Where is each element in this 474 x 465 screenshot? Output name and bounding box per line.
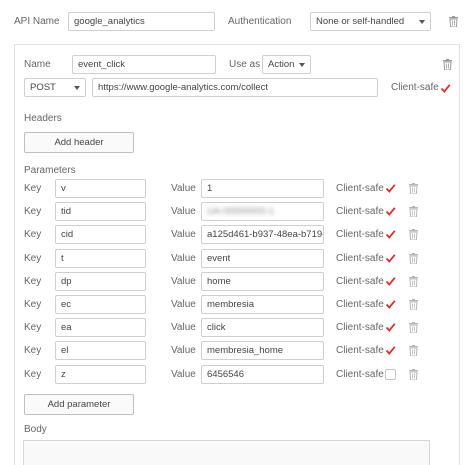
api-name-input[interactable]: google_analytics (68, 12, 215, 31)
param-value-label: Value (171, 206, 196, 217)
chevron-down-icon (74, 86, 80, 90)
param-value-text: home (207, 276, 231, 287)
param-key-label: Key (24, 206, 42, 217)
param-client-safe-label: Client-safe (336, 345, 384, 356)
param-client-safe-label: Client-safe (336, 229, 384, 240)
param-value-input[interactable]: membresia_home (201, 341, 324, 360)
param-value-text: 1 (207, 183, 213, 194)
request-name-label: Name (24, 59, 51, 70)
param-key-input[interactable]: z (55, 365, 146, 384)
body-editor[interactable] (23, 440, 430, 465)
param-client-safe-checkbox[interactable] (385, 276, 396, 287)
param-value-label: Value (171, 322, 196, 333)
param-client-safe-label: Client-safe (336, 253, 384, 264)
param-delete-trash-icon[interactable] (409, 276, 418, 288)
param-value-label: Value (171, 229, 196, 240)
param-value-input[interactable]: click (201, 318, 324, 337)
param-value-text: event (207, 253, 231, 264)
param-value-input[interactable]: event (201, 249, 324, 268)
authentication-label: Authentication (228, 16, 292, 27)
chevron-down-icon (299, 63, 305, 67)
param-delete-trash-icon[interactable] (409, 322, 418, 334)
param-delete-trash-icon[interactable] (409, 206, 418, 218)
param-client-safe-checkbox[interactable] (385, 369, 396, 380)
param-key-input[interactable]: cid (55, 225, 146, 244)
param-value-text: click (207, 322, 226, 333)
headers-title: Headers (24, 113, 62, 124)
delete-request-trash-icon[interactable] (443, 59, 452, 71)
param-delete-trash-icon[interactable] (409, 253, 418, 265)
param-key-input[interactable]: tid (55, 202, 146, 221)
param-key-input[interactable]: ea (55, 318, 146, 337)
param-client-safe-checkbox[interactable] (385, 183, 396, 194)
param-value-label: Value (171, 345, 196, 356)
param-key-input[interactable]: v (55, 179, 146, 198)
request-client-safe-checkbox[interactable] (440, 83, 451, 94)
add-parameter-button[interactable]: Add parameter (24, 394, 134, 415)
param-key-label: Key (24, 299, 42, 310)
method-value: POST (30, 82, 56, 93)
use-as-label: Use as (229, 59, 261, 70)
authentication-value: None or self-handled (316, 16, 405, 27)
param-value-label: Value (171, 369, 196, 380)
param-key-input[interactable]: ec (55, 295, 146, 314)
param-client-safe-checkbox[interactable] (385, 253, 396, 264)
param-value-label: Value (171, 183, 196, 194)
url-input[interactable]: https://www.google-analytics.com/collect (92, 78, 378, 97)
param-value-text: membresia_home (207, 345, 284, 356)
param-value-input[interactable]: membresia (201, 295, 324, 314)
param-value-input[interactable]: a125d461-b937-48ea-b719-f0 (201, 225, 324, 244)
param-value-label: Value (171, 253, 196, 264)
use-as-select[interactable]: Action (262, 55, 311, 74)
param-client-safe-checkbox[interactable] (385, 229, 396, 240)
request-client-safe-label: Client-safe (391, 82, 439, 93)
chevron-down-icon (419, 20, 425, 24)
param-client-safe-label: Client-safe (336, 183, 384, 194)
param-key-input[interactable]: dp (55, 272, 146, 291)
param-key-label: Key (24, 253, 42, 264)
param-value-label: Value (171, 276, 196, 287)
param-value-input[interactable]: 6456546 (201, 365, 324, 384)
param-client-safe-label: Client-safe (336, 206, 384, 217)
use-as-value: Action (268, 59, 295, 70)
param-value-text: 6456546 (207, 369, 244, 380)
param-client-safe-label: Client-safe (336, 369, 384, 380)
param-client-safe-checkbox[interactable] (385, 345, 396, 356)
authentication-select[interactable]: None or self-handled (310, 12, 431, 31)
param-key-label: Key (24, 276, 42, 287)
param-value-input[interactable]: home (201, 272, 324, 291)
param-key-input[interactable]: t (55, 249, 146, 268)
param-client-safe-label: Client-safe (336, 322, 384, 333)
body-title: Body (24, 424, 47, 435)
param-key-label: Key (24, 229, 42, 240)
param-key-label: Key (24, 369, 42, 380)
param-delete-trash-icon[interactable] (409, 183, 418, 195)
param-delete-trash-icon[interactable] (409, 299, 418, 311)
param-delete-trash-icon[interactable] (409, 369, 418, 381)
param-key-label: Key (24, 345, 42, 356)
param-value-text: UA-00000000-1 (207, 206, 275, 217)
param-value-label: Value (171, 299, 196, 310)
parameters-title: Parameters (24, 165, 76, 176)
param-client-safe-checkbox[interactable] (385, 206, 396, 217)
add-header-button[interactable]: Add header (24, 132, 134, 153)
param-key-label: Key (24, 183, 42, 194)
request-name-input[interactable]: event_click (72, 55, 216, 74)
param-delete-trash-icon[interactable] (409, 229, 418, 241)
param-client-safe-checkbox[interactable] (385, 299, 396, 310)
param-client-safe-label: Client-safe (336, 299, 384, 310)
param-client-safe-label: Client-safe (336, 276, 384, 287)
param-key-label: Key (24, 322, 42, 333)
param-delete-trash-icon[interactable] (409, 345, 418, 357)
param-value-text: a125d461-b937-48ea-b719-f0 (207, 229, 324, 240)
param-value-input[interactable]: 1 (201, 179, 324, 198)
param-value-input[interactable]: UA-00000000-1 (201, 202, 324, 221)
delete-api-trash-icon[interactable] (449, 16, 458, 28)
param-client-safe-checkbox[interactable] (385, 322, 396, 333)
param-key-input[interactable]: el (55, 341, 146, 360)
param-value-text: membresia (207, 299, 254, 310)
method-select[interactable]: POST (24, 78, 86, 97)
api-name-label: API Name (14, 16, 60, 27)
